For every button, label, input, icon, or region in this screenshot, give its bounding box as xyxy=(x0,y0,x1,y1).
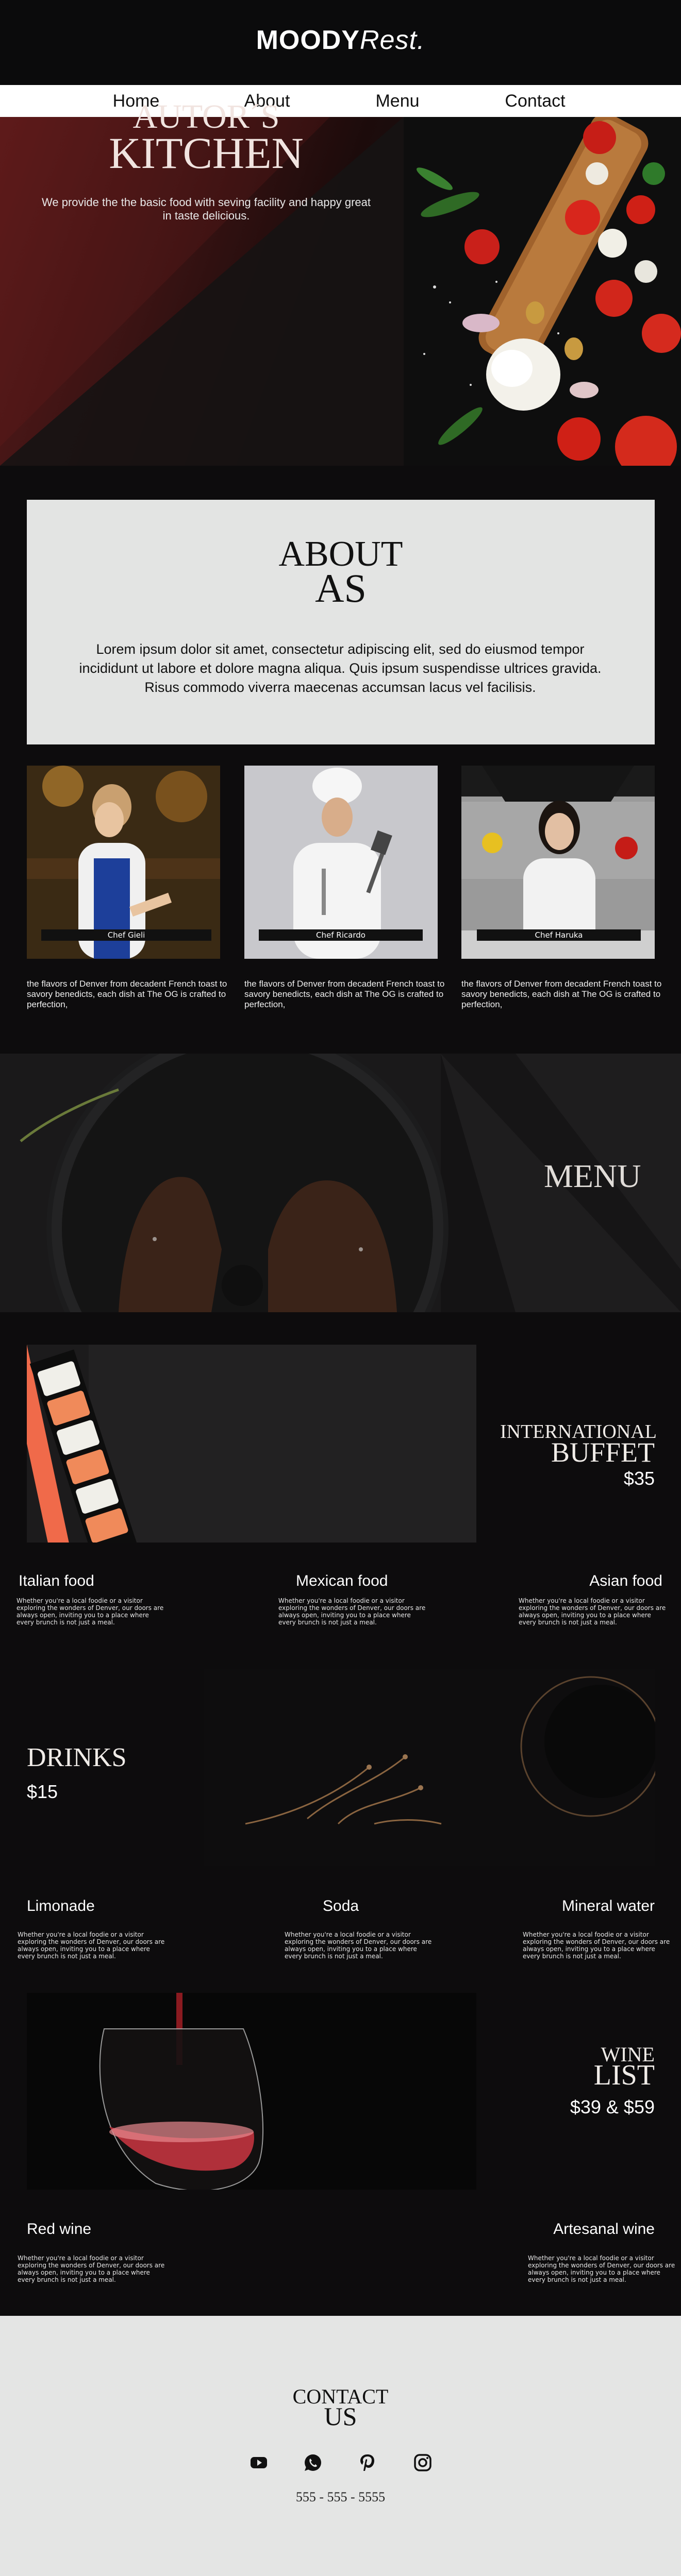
menu-title: MENU xyxy=(544,1158,641,1194)
youtube-icon[interactable] xyxy=(247,2451,270,2474)
wine-price: $39 & $59 xyxy=(570,2096,655,2117)
brand-logo-italic: Rest. xyxy=(360,25,425,55)
food-title-italian: Italian food xyxy=(19,1572,94,1589)
brand-logo-bold: MOODY xyxy=(256,25,360,55)
drinks-still-life xyxy=(204,1669,655,1866)
contact-section xyxy=(0,2316,681,2576)
chef-card-photo-2: Chef Ricardo xyxy=(244,766,438,959)
hero-title-line2: KITCHEN xyxy=(109,128,304,178)
wine-image xyxy=(27,1993,476,2190)
food-text-italian: Whether you're a local foodie or a visit… xyxy=(16,1597,164,1626)
chef-description-3: the flavors of Denver from decadent Fren… xyxy=(461,979,662,1009)
nav-contact[interactable]: Contact xyxy=(484,85,587,117)
wine-text-artesanal: Whether you're a local foodie or a visit… xyxy=(528,2255,675,2283)
pinterest-icon[interactable] xyxy=(356,2451,379,2474)
chef-card-photo-1: Chef Gieli xyxy=(27,766,220,959)
brand-logo[interactable]: MOODYRest. xyxy=(0,25,681,56)
drink-text-soda: Whether you're a local foodie or a visit… xyxy=(285,1931,432,1960)
food-title-mexican: Mexican food xyxy=(296,1572,388,1589)
food-text-mexican: Whether you're a local foodie or a visit… xyxy=(278,1597,426,1626)
sushi-image xyxy=(27,1345,476,1543)
wine-glass-image xyxy=(27,1993,476,2190)
buffet-image xyxy=(27,1345,476,1543)
instagram-icon[interactable] xyxy=(411,2451,434,2474)
drink-title-limonade: Limonade xyxy=(27,1897,95,1914)
food-text-asian: Whether you're a local foodie or a visit… xyxy=(519,1597,666,1626)
about-title-line2: AS xyxy=(315,566,367,611)
drink-title-soda: Soda xyxy=(323,1897,359,1914)
chef-name-3: Chef Haruka xyxy=(477,929,641,941)
chef-card-photo-3: Chef Haruka xyxy=(461,766,655,959)
about-description: Lorem ipsum dolor sit amet, consectetur … xyxy=(79,641,602,695)
wine-title-red: Red wine xyxy=(27,2221,92,2238)
nav-menu[interactable]: Menu xyxy=(346,85,449,117)
wine-title-line2: LIST xyxy=(593,2059,655,2091)
buffet-title-line2: BUFFET xyxy=(551,1437,655,1468)
drinks-price: $15 xyxy=(27,1781,58,1802)
hero-ingredients-image xyxy=(404,117,681,466)
drinks-image xyxy=(204,1669,655,1866)
contact-title-line2: US xyxy=(324,2402,357,2431)
contact-phone[interactable]: 555 - 555 - 5555 xyxy=(0,2489,681,2505)
chef-name-2: Chef Ricardo xyxy=(259,929,423,941)
hero-description: We provide the the basic food with sevin… xyxy=(42,196,371,222)
drink-text-limonade: Whether you're a local foodie or a visit… xyxy=(18,1931,165,1960)
buffet-price: $35 xyxy=(623,1468,655,1489)
wine-title-artesanal: Artesanal wine xyxy=(553,2221,655,2238)
whatsapp-icon[interactable] xyxy=(302,2451,324,2474)
drinks-title: DRINKS xyxy=(27,1743,127,1772)
chef-description-2: the flavors of Denver from decadent Fren… xyxy=(244,979,445,1009)
drink-text-mineral-water: Whether you're a local foodie or a visit… xyxy=(523,1931,670,1960)
chef-name-1: Chef Gieli xyxy=(41,929,211,941)
food-title-asian: Asian food xyxy=(589,1572,662,1589)
chef-description-1: the flavors of Denver from decadent Fren… xyxy=(27,979,227,1009)
drink-title-mineral-water: Mineral water xyxy=(561,1897,655,1914)
wine-text-red: Whether you're a local foodie or a visit… xyxy=(18,2255,165,2283)
